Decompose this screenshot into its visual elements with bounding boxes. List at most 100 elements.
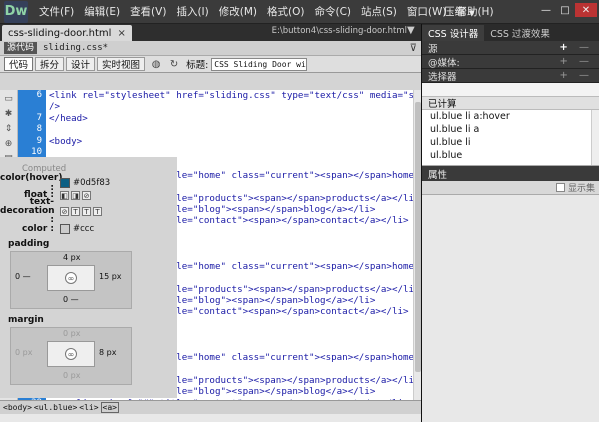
collapse-tag-icon[interactable]: ✱ (2, 108, 15, 119)
list-item[interactable]: ul.blue li (422, 136, 599, 149)
color-swatch[interactable] (60, 178, 70, 188)
overline-icon[interactable]: T (82, 206, 91, 216)
list-item[interactable]: ul.blue li a:hover (422, 110, 599, 123)
vertical-scrollbar[interactable] (413, 90, 421, 421)
computed-heading[interactable]: 已计算 (422, 97, 599, 110)
link-icon[interactable]: ∞ (65, 272, 77, 284)
document-path: E:\button4\css-sliding-door.html (271, 26, 407, 36)
chevron-down-icon: ▼ (469, 9, 475, 17)
code-line[interactable] (49, 124, 413, 135)
list-item[interactable]: ul.blue li a (422, 123, 599, 136)
menu-edit[interactable]: 编辑(E) (79, 1, 125, 23)
media-label: @媒体: (428, 57, 460, 69)
crumb-a[interactable]: <a> (100, 402, 119, 413)
collapse-selection-icon[interactable]: ⇕ (2, 123, 15, 134)
document-toolbar: 代码 拆分 设计 实时视图 ◍ ↻ 标题: CSS Sliding Door w… (0, 56, 421, 73)
selectors-section[interactable]: 选择器 + — (422, 69, 599, 83)
underline-icon[interactable]: T (71, 206, 80, 216)
margin-bottom[interactable]: 0 px (63, 371, 80, 380)
crumb-ul-blue[interactable]: <ul.blue> (34, 403, 77, 412)
menu-format[interactable]: 格式(O) (262, 1, 309, 23)
menu-file[interactable]: 文件(F) (34, 1, 79, 23)
code-view-button[interactable]: 代码 (4, 57, 34, 71)
padding-link: ∞ (47, 265, 95, 291)
padding-bottom[interactable]: 0 — (63, 295, 79, 304)
minimize-icon[interactable]: — (537, 3, 555, 17)
float-right-icon[interactable]: ◨ (71, 190, 80, 200)
workspace-label: 压缩 (444, 6, 465, 18)
refresh-icon[interactable]: ↻ (167, 57, 181, 71)
window-controls: — □ ✕ (536, 3, 597, 17)
crumb-li[interactable]: <li> (79, 403, 98, 412)
source-code-button[interactable]: 源代码 (4, 42, 38, 54)
filter-icon[interactable]: ▼ (407, 25, 419, 39)
margin-right[interactable]: 8 px (99, 348, 116, 357)
padding-box: 4 px 0 — 15 px 0 — ∞ (10, 251, 132, 309)
prop-color-hover: color(hover) : #0d5f83 (0, 173, 177, 193)
sources-label: 源 (428, 43, 438, 55)
prop-value[interactable]: #ccc (73, 224, 94, 234)
prop-value[interactable]: #0d5f83 (73, 178, 110, 188)
add-remove-icons[interactable]: + — (559, 56, 593, 67)
code-line[interactable]: <link rel="stylesheet" href="sliding.css… (49, 90, 413, 101)
line-number (18, 101, 46, 112)
tab-css-transitions[interactable]: CSS 过渡效果 (484, 25, 556, 41)
line-number: 9 (36, 135, 42, 146)
show-set-checkbox[interactable] (555, 183, 565, 192)
show-set-label: 显示集 (567, 184, 595, 194)
menu-bar: Dw 文件(F) 编辑(E) 查看(V) 插入(I) 修改(M) 格式(O) 命… (0, 0, 599, 24)
close-icon[interactable]: ✕ (575, 3, 597, 17)
selector-scrollbar[interactable] (591, 110, 599, 165)
properties-section[interactable]: 属性 (422, 166, 599, 181)
live-view-button[interactable]: 实时视图 (97, 57, 146, 71)
css-designer-panel: CSS 设计器 CSS 过渡效果 源 + — @媒体: + — 选择器 + — … (421, 24, 599, 422)
split-view-button[interactable]: 拆分 (35, 57, 65, 71)
tab-close-icon[interactable]: × (117, 28, 125, 39)
code-line[interactable]: /> (49, 101, 413, 112)
open-documents-icon[interactable]: ▭ (2, 93, 15, 104)
tab-css-designer[interactable]: CSS 设计器 (422, 25, 485, 41)
margin-top[interactable]: 0 px (63, 329, 80, 338)
menu-commands[interactable]: 命令(C) (309, 1, 356, 23)
maximize-icon[interactable]: □ (556, 3, 574, 17)
sources-section[interactable]: 源 + — (422, 41, 599, 55)
menu-view[interactable]: 查看(V) (125, 1, 171, 23)
prop-label: text-decoration : (0, 196, 55, 225)
link-icon[interactable]: ∞ (65, 348, 77, 360)
properties-toolbar: 显示集 (422, 181, 599, 195)
menu-site[interactable]: 站点(S) (356, 1, 402, 23)
color-swatch[interactable] (60, 224, 70, 234)
list-item[interactable]: ul.blue (422, 149, 599, 162)
media-section[interactable]: @媒体: + — (422, 55, 599, 69)
crumb-body[interactable]: <body> (3, 403, 32, 412)
float-left-icon[interactable]: ◧ (60, 190, 69, 200)
design-view-button[interactable]: 设计 (66, 57, 96, 71)
code-line[interactable]: <body> (49, 136, 413, 147)
globe-icon[interactable]: ◍ (149, 57, 163, 71)
padding-top[interactable]: 4 px (63, 253, 80, 262)
tag-selector-bar: <body> <ul.blue> <li> <a> (0, 400, 421, 414)
funnel-icon[interactable]: ⊽ (410, 43, 417, 54)
menu-insert[interactable]: 插入(I) (171, 1, 213, 23)
main-menu: 文件(F) 编辑(E) 查看(V) 插入(I) 修改(M) 格式(O) 命令(C… (34, 1, 499, 23)
padding-right[interactable]: 15 px (99, 272, 122, 281)
document-tab[interactable]: css-sliding-door.html × (2, 25, 132, 41)
menu-modify[interactable]: 修改(M) (214, 1, 262, 23)
add-remove-icons[interactable]: + — (559, 42, 593, 53)
title-input[interactable]: CSS Sliding Door with 1 i (211, 57, 308, 71)
code-line[interactable]: </head> (49, 113, 413, 124)
margin-left[interactable]: 0 px (15, 348, 32, 357)
no-decoration-icon[interactable]: ⊘ (60, 206, 69, 216)
horizontal-scrollbar[interactable] (0, 414, 421, 422)
document-tab-label: css-sliding-door.html (8, 27, 112, 39)
add-remove-icons[interactable]: + — (559, 70, 593, 81)
strikethrough-icon[interactable]: T (93, 206, 102, 216)
padding-left[interactable]: 0 — (15, 272, 31, 281)
selector-list: ul.blue li a:hover ul.blue li a ul.blue … (422, 110, 599, 166)
float-none-icon[interactable]: ⊘ (82, 190, 91, 200)
related-file-sliding-css[interactable]: sliding.css* (43, 43, 108, 53)
workspace-switcher[interactable]: 压缩 ▼ (444, 4, 474, 19)
selector-filter-input[interactable] (422, 83, 599, 97)
expand-all-icon[interactable]: ⊕ (2, 138, 15, 149)
line-number: 7 (36, 112, 42, 123)
